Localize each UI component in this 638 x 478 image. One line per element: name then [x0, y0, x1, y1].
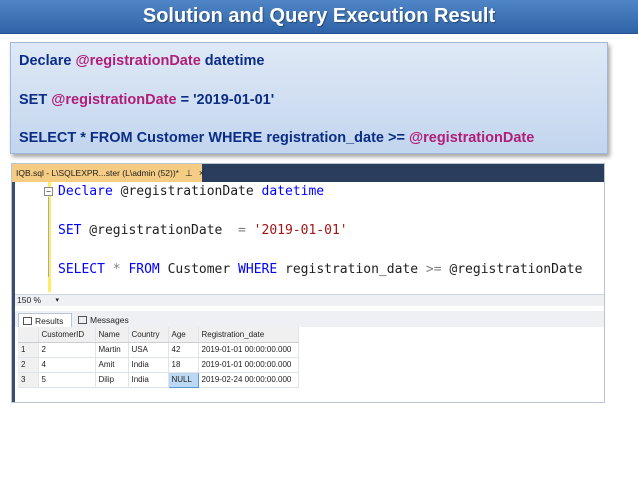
callout-line-set: SET @registrationDate = '2019-01-01': [19, 92, 274, 108]
table-cell[interactable]: Amit: [95, 357, 129, 373]
slide-title: Solution and Query Execution Result: [0, 0, 638, 34]
tab-results-label: Results: [35, 316, 64, 326]
code-operator: *: [104, 262, 129, 277]
grid-icon: [23, 317, 32, 325]
pin-icon[interactable]: ⊥: [185, 168, 193, 178]
chevron-down-icon: ▾: [55, 297, 59, 304]
document-tabstrip: IQB.sql - L\SQLEXPR...ster (L\admin (52)…: [12, 164, 604, 182]
table-cell[interactable]: 4: [38, 357, 96, 373]
code-table: Customer: [159, 262, 239, 277]
left-edge-bar: [12, 182, 15, 402]
table-row[interactable]: 3 5 Dilip India NULL 2019-02-24 00:00:00…: [18, 371, 299, 388]
zoom-value: 150 %: [17, 295, 42, 305]
callout-line-declare: Declare @registrationDate datetime: [19, 53, 264, 69]
callout-keyword: Declare: [19, 53, 76, 69]
code-keyword: Declare: [58, 184, 113, 199]
fold-guide: [48, 197, 49, 277]
collapse-icon[interactable]: −: [44, 187, 53, 196]
table-cell[interactable]: 2019-01-01 00:00:00.000: [198, 357, 299, 373]
callout-text: = '2019-01-01': [176, 92, 275, 108]
callout-keyword: SELECT * FROM Customer WHERE registratio…: [19, 130, 409, 146]
table-cell[interactable]: India: [128, 357, 169, 373]
table-cell[interactable]: Martin: [95, 342, 129, 358]
grid-header-row: CustomerID Name Country Age Registration…: [18, 327, 299, 343]
code-variable: @registrationDate: [81, 223, 239, 238]
table-cell[interactable]: 5: [38, 372, 96, 388]
tab-messages[interactable]: Messages: [74, 313, 136, 327]
column-header[interactable]: Country: [128, 327, 169, 343]
code-keyword: WHERE: [238, 262, 278, 277]
column-header[interactable]: Age: [168, 327, 199, 343]
callout-variable: @registrationDate: [408, 130, 535, 146]
code-operator: >=: [425, 262, 442, 277]
table-cell[interactable]: 42: [168, 342, 199, 358]
zoom-bar: 150 % ▾: [12, 294, 604, 306]
row-number[interactable]: 2: [18, 357, 39, 373]
code-line-select: SELECT * FROM Customer WHERE registratio…: [58, 262, 582, 277]
table-cell[interactable]: USA: [128, 342, 169, 358]
code-string: '2019-01-01': [245, 223, 348, 238]
ssms-window: IQB.sql - L\SQLEXPR...ster (L\admin (52)…: [11, 163, 605, 403]
messages-icon: [78, 316, 87, 324]
code-variable: @registrationDate: [441, 262, 583, 277]
callout-text: datetime: [200, 53, 265, 69]
table-cell-selected[interactable]: NULL: [167, 371, 199, 388]
code-keyword: SET: [58, 223, 82, 238]
code-keyword: SELECT: [58, 262, 105, 277]
table-row[interactable]: 2 4 Amit India 18 2019-01-01 00:00:00.00…: [18, 357, 299, 373]
column-header[interactable]: [18, 327, 39, 343]
table-row[interactable]: 1 2 Martin USA 42 2019-01-01 00:00:00.00…: [18, 342, 299, 358]
tab-results[interactable]: Results: [18, 313, 72, 327]
query-tab-title: IQB.sql - L\SQLEXPR...ster (L\admin (52)…: [16, 168, 179, 178]
results-tabstrip: Results Messages: [12, 311, 604, 327]
sql-callout-box: Declare @registrationDate datetime SET @…: [10, 42, 608, 154]
query-tab[interactable]: IQB.sql - L\SQLEXPR...ster (L\admin (52)…: [12, 164, 204, 182]
code-variable: @registrationDate: [112, 184, 262, 199]
table-cell[interactable]: 18: [168, 357, 199, 373]
table-cell[interactable]: 2019-02-24 00:00:00.000: [198, 372, 299, 388]
results-grid: CustomerID Name Country Age Registration…: [18, 327, 299, 388]
query-editor[interactable]: − Declare @registrationDate datetime SET…: [12, 182, 604, 292]
table-cell[interactable]: 2019-01-01 00:00:00.000: [198, 342, 299, 358]
callout-variable: @registrationDate: [51, 92, 177, 108]
code-column: registration_date: [277, 262, 426, 277]
code-operator: =: [238, 223, 246, 238]
callout-variable: @registrationDate: [75, 53, 201, 69]
code-keyword: FROM: [128, 262, 160, 277]
column-header[interactable]: Registration_date: [198, 327, 299, 343]
tab-messages-label: Messages: [90, 315, 129, 325]
callout-line-select: SELECT * FROM Customer WHERE registratio…: [19, 130, 534, 146]
column-header[interactable]: Name: [95, 327, 129, 343]
column-header[interactable]: CustomerID: [38, 327, 96, 343]
zoom-dropdown[interactable]: 150 % ▾: [15, 295, 61, 306]
code-line-declare: Declare @registrationDate datetime: [58, 184, 324, 199]
row-number[interactable]: 3: [18, 372, 39, 388]
callout-keyword: SET: [19, 92, 52, 108]
row-number[interactable]: 1: [18, 342, 39, 358]
table-cell[interactable]: 2: [38, 342, 96, 358]
code-line-set: SET @registrationDate = '2019-01-01': [58, 223, 348, 238]
code-type: datetime: [261, 184, 325, 199]
table-cell[interactable]: Dilip: [95, 372, 129, 388]
close-icon[interactable]: ×: [199, 168, 204, 178]
table-cell[interactable]: India: [128, 372, 169, 388]
